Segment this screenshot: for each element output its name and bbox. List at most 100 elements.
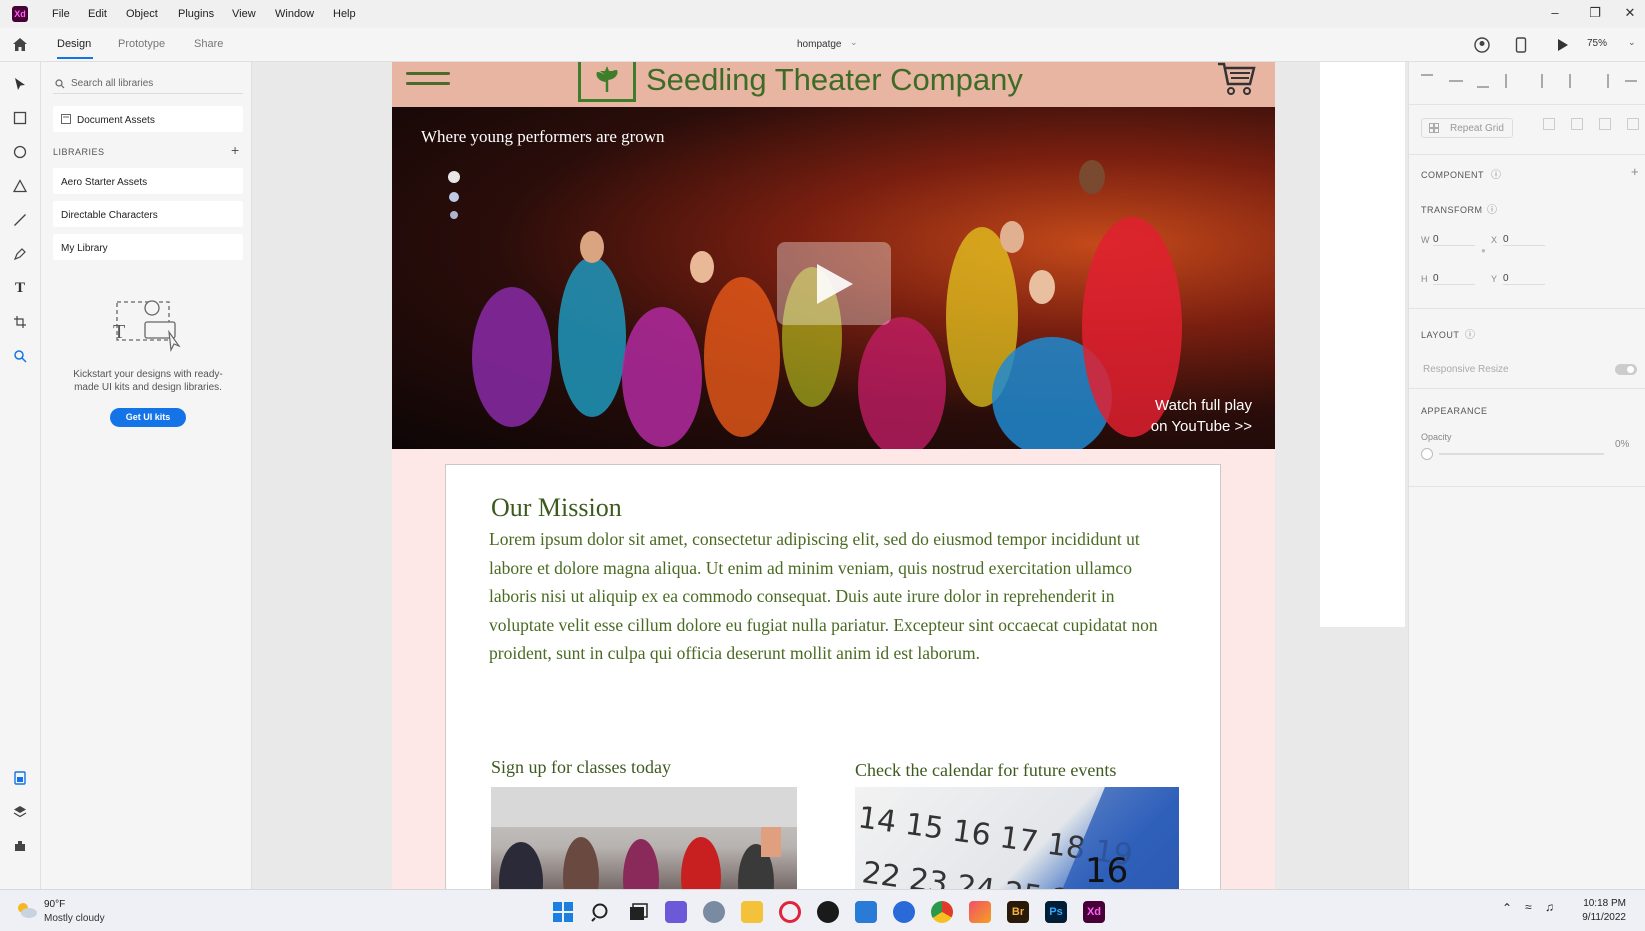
assets-panel-icon[interactable] xyxy=(11,769,29,787)
settings-icon[interactable] xyxy=(703,901,725,923)
classes-heading[interactable]: Sign up for classes today xyxy=(491,757,671,778)
lock-aspect-icon[interactable]: ● xyxy=(1481,246,1486,255)
volume-icon[interactable]: ♫ xyxy=(1545,900,1554,914)
xd-taskbar-icon[interactable]: Xd xyxy=(1083,901,1105,923)
menu-edit[interactable]: Edit xyxy=(88,8,107,20)
user-account-icon[interactable] xyxy=(1474,37,1490,53)
align-center-icon[interactable] xyxy=(1569,74,1571,88)
artboard-tool-icon[interactable] xyxy=(11,313,29,331)
ellipse-tool-icon[interactable] xyxy=(11,143,29,161)
plugins-panel-icon[interactable] xyxy=(11,837,29,855)
tab-share[interactable]: Share xyxy=(194,38,223,50)
creative-cloud-icon[interactable] xyxy=(969,901,991,923)
teams-chat-icon[interactable] xyxy=(665,901,687,923)
layers-panel-icon[interactable] xyxy=(11,803,29,821)
opacity-value[interactable]: 0% xyxy=(1615,439,1629,450)
taskbar-search-icon[interactable] xyxy=(590,901,612,923)
menu-plugins[interactable]: Plugins xyxy=(178,8,214,20)
align-left-icon[interactable] xyxy=(1541,74,1553,88)
mobile-preview-icon[interactable] xyxy=(1515,37,1527,53)
homepage-artboard[interactable]: Seedling Theater Company Where young per… xyxy=(392,62,1275,889)
get-ui-kits-button[interactable]: Get UI kits xyxy=(110,408,186,427)
document-assets-item[interactable]: Document Assets xyxy=(53,106,243,132)
transform-info-icon[interactable]: ⓘ xyxy=(1487,201,1497,216)
hamburger-menu-icon[interactable] xyxy=(406,72,450,94)
document-title[interactable]: hompatge xyxy=(797,39,841,50)
menu-view[interactable]: View xyxy=(232,8,256,20)
edge-browser-icon[interactable] xyxy=(893,901,915,923)
system-tray-chevron-icon[interactable]: ⌃ xyxy=(1502,901,1512,915)
library-item[interactable]: My Library xyxy=(53,234,243,260)
home-icon[interactable] xyxy=(12,37,28,52)
classes-photo[interactable] xyxy=(491,787,797,889)
wifi-icon[interactable]: ≈ xyxy=(1525,900,1532,914)
align-right-icon[interactable] xyxy=(1597,74,1609,88)
distribute-horizontal-icon[interactable] xyxy=(1625,80,1637,82)
secondary-artboard[interactable] xyxy=(1320,62,1405,627)
bridge-icon[interactable]: Br xyxy=(1007,901,1029,923)
calendar-photo[interactable]: 14 15 16 17 18 19 22 23 24 25 26 16 xyxy=(855,787,1179,889)
opera-browser-icon[interactable] xyxy=(779,901,801,923)
boolean-add-icon[interactable] xyxy=(1543,118,1555,130)
divider xyxy=(1409,486,1645,487)
zoom-chevron-icon[interactable]: ⌄ xyxy=(1628,37,1636,48)
align-bottom-icon[interactable] xyxy=(1477,74,1489,88)
tab-design[interactable]: Design xyxy=(57,38,91,50)
line-tool-icon[interactable] xyxy=(11,211,29,229)
pen-tool-icon[interactable] xyxy=(11,245,29,263)
responsive-resize-toggle[interactable] xyxy=(1615,364,1637,375)
library-search-input[interactable]: Search all libraries xyxy=(53,72,243,94)
y-input[interactable]: 0 xyxy=(1503,273,1545,285)
restore-icon[interactable]: ❐ xyxy=(1580,5,1610,21)
component-info-icon[interactable]: ⓘ xyxy=(1491,166,1501,181)
boolean-intersect-icon[interactable] xyxy=(1599,118,1611,130)
align-middle-icon[interactable] xyxy=(1449,80,1463,82)
photoshop-icon[interactable]: Ps xyxy=(1045,901,1067,923)
rectangle-tool-icon[interactable] xyxy=(11,109,29,127)
responsive-resize-label: Responsive Resize xyxy=(1423,364,1509,375)
clock-date[interactable]: 9/11/2022 xyxy=(1566,912,1626,923)
mail-icon[interactable] xyxy=(855,901,877,923)
add-component-icon[interactable]: + xyxy=(1631,164,1639,179)
library-item[interactable]: Aero Starter Assets xyxy=(53,168,243,194)
text-tool-icon[interactable]: T xyxy=(11,279,29,297)
polygon-tool-icon[interactable] xyxy=(11,177,29,195)
windows-start-icon[interactable] xyxy=(552,901,574,923)
close-icon[interactable]: ✕ xyxy=(1615,5,1645,21)
weather-icon[interactable] xyxy=(14,899,38,921)
tab-prototype[interactable]: Prototype xyxy=(118,38,165,50)
youtube-link[interactable]: Watch full play on YouTube >> xyxy=(1072,395,1252,437)
shopping-cart-icon[interactable] xyxy=(1216,62,1256,96)
hero-banner[interactable]: Where young performers are grown Watch f… xyxy=(392,107,1275,449)
distribute-vertical-icon[interactable] xyxy=(1505,74,1507,88)
clock-time[interactable]: 10:18 PM xyxy=(1576,898,1626,909)
opacity-slider-track[interactable] xyxy=(1439,453,1604,455)
menu-object[interactable]: Object xyxy=(126,8,158,20)
site-title: Seedling Theater Company xyxy=(646,62,1023,97)
task-view-icon[interactable] xyxy=(627,901,649,923)
chevron-down-icon[interactable]: ⌄ xyxy=(850,37,858,48)
calendar-heading[interactable]: Check the calendar for future events xyxy=(855,760,1116,781)
zoom-tool-icon[interactable] xyxy=(11,347,29,365)
width-input[interactable]: 0 xyxy=(1433,234,1475,246)
file-explorer-icon[interactable] xyxy=(741,901,763,923)
height-input[interactable]: 0 xyxy=(1433,273,1475,285)
opacity-slider-knob[interactable] xyxy=(1421,448,1433,460)
add-library-icon[interactable]: + xyxy=(231,142,239,158)
x-input[interactable]: 0 xyxy=(1503,234,1545,246)
chrome-browser-icon[interactable] xyxy=(931,901,953,923)
boolean-exclude-icon[interactable] xyxy=(1627,118,1639,130)
menu-help[interactable]: Help xyxy=(333,8,356,20)
align-top-icon[interactable] xyxy=(1421,74,1433,88)
select-tool-icon[interactable] xyxy=(11,75,29,93)
menu-window[interactable]: Window xyxy=(275,8,314,20)
zoom-level[interactable]: 75% xyxy=(1587,38,1607,49)
play-preview-icon[interactable] xyxy=(1555,38,1569,52)
menu-file[interactable]: File xyxy=(52,8,70,20)
video-play-button[interactable] xyxy=(777,242,891,325)
layout-info-icon[interactable]: ⓘ xyxy=(1465,326,1475,341)
library-item[interactable]: Directable Characters xyxy=(53,201,243,227)
minimize-icon[interactable]: – xyxy=(1540,5,1570,20)
github-icon[interactable] xyxy=(817,901,839,923)
boolean-subtract-icon[interactable] xyxy=(1571,118,1583,130)
